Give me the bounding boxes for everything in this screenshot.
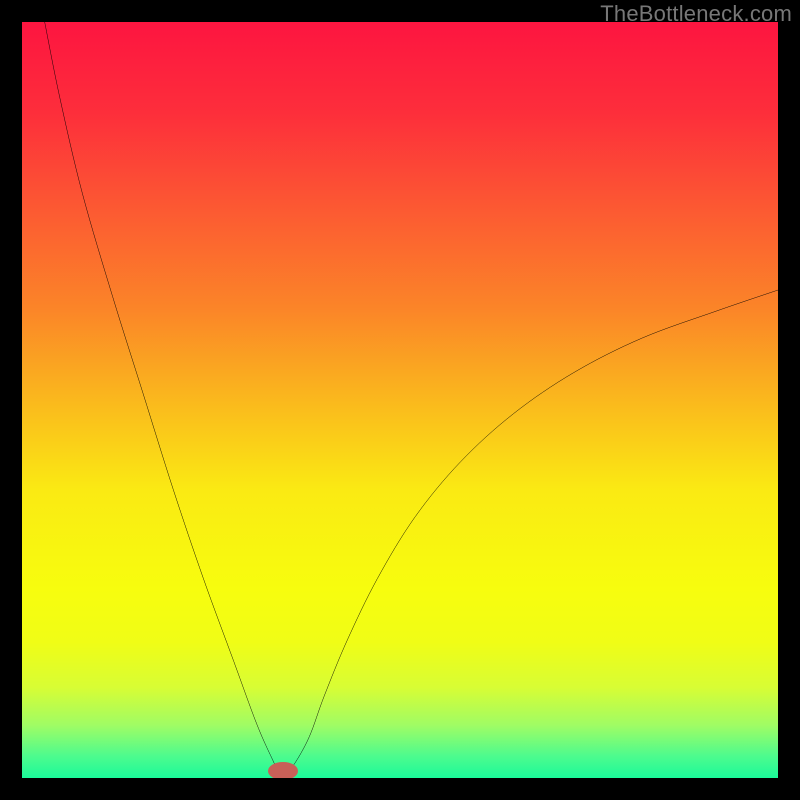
plot-area [22, 22, 778, 778]
chart-stage: TheBottleneck.com [0, 0, 800, 800]
background-gradient [22, 22, 778, 778]
